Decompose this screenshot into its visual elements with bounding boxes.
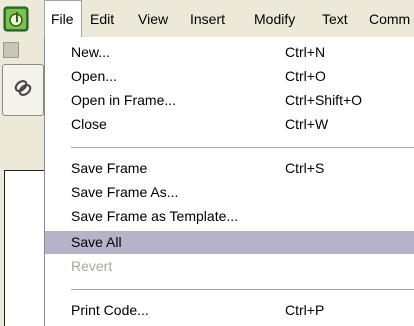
menu-view[interactable]: View xyxy=(138,10,168,28)
menu-comm[interactable]: Comm xyxy=(369,10,410,28)
menu-item-label: Save Frame As... xyxy=(71,184,179,200)
menu-item-shortcut: Ctrl+O xyxy=(285,68,326,84)
menu-item-new[interactable]: New... Ctrl+N xyxy=(45,41,414,64)
app-icon[interactable] xyxy=(3,6,29,32)
file-menu-dropdown: New... Ctrl+N Open... Ctrl+O Open in Fra… xyxy=(44,37,414,326)
menu-item-save-frame-as-template[interactable]: Save Frame as Template... xyxy=(45,205,414,228)
menu-file[interactable]: File xyxy=(44,0,82,38)
menu-item-label: Close xyxy=(71,116,107,132)
menu-file-label: File xyxy=(51,11,74,27)
menu-separator xyxy=(71,289,414,290)
menu-item-label: Revert xyxy=(71,258,113,274)
menu-item-shortcut: Ctrl+S xyxy=(285,160,325,176)
menu-item-save-all[interactable]: Save All xyxy=(45,231,414,254)
menu-edit[interactable]: Edit xyxy=(90,10,114,28)
menu-item-label: Print Code... xyxy=(71,302,149,318)
menu-item-open-in-frame[interactable]: Open in Frame... Ctrl+Shift+O xyxy=(45,89,414,112)
menu-item-revert: Revert xyxy=(45,255,414,278)
menu-item-shortcut: Ctrl+P xyxy=(285,302,325,318)
menu-item-label: Open... xyxy=(71,68,117,84)
menu-item-shortcut: Ctrl+Shift+O xyxy=(285,92,363,108)
document-panel xyxy=(4,170,45,326)
menu-bar: File Edit View Insert Modify Text Comm xyxy=(44,0,414,39)
menu-separator xyxy=(71,147,414,148)
menu-item-save-frame[interactable]: Save Frame Ctrl+S xyxy=(45,157,414,180)
menu-item-label: Save Frame as Template... xyxy=(71,208,239,224)
menu-item-label: New... xyxy=(71,44,110,60)
menu-item-print-code[interactable]: Print Code... Ctrl+P xyxy=(45,299,414,322)
menu-item-shortcut: Ctrl+W xyxy=(285,116,329,132)
left-toolbar-strip xyxy=(0,0,45,326)
hyperlink-tool-icon xyxy=(14,80,32,96)
menu-item-label: Save All xyxy=(71,234,122,250)
menu-insert[interactable]: Insert xyxy=(190,10,225,28)
menu-modify[interactable]: Modify xyxy=(254,10,295,28)
application-window: File Edit View Insert Modify Text Comm N… xyxy=(0,0,414,326)
menu-item-label: Open in Frame... xyxy=(71,92,177,108)
toolbar-grip-icon[interactable] xyxy=(3,42,19,58)
menu-item-label: Save Frame xyxy=(71,160,148,176)
hyperlink-tool-button[interactable] xyxy=(2,64,44,116)
menu-item-close[interactable]: Close Ctrl+W xyxy=(45,113,414,136)
menu-item-save-frame-as[interactable]: Save Frame As... xyxy=(45,181,414,204)
menu-item-shortcut: Ctrl+N xyxy=(285,44,326,60)
menu-text[interactable]: Text xyxy=(322,10,348,28)
menu-item-open[interactable]: Open... Ctrl+O xyxy=(45,65,414,88)
